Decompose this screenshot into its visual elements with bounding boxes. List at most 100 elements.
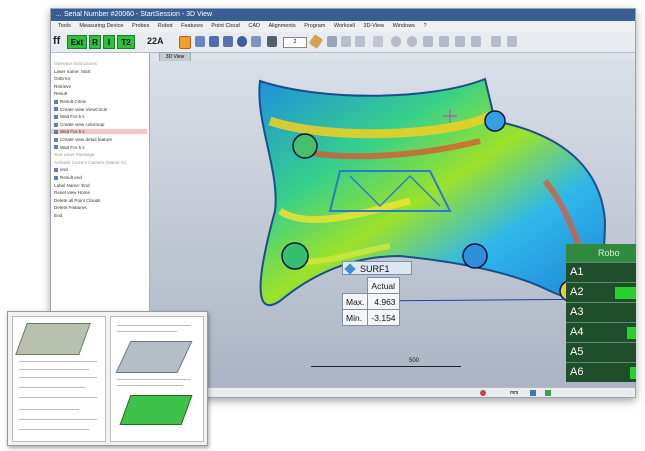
view-iso-icon[interactable] — [251, 36, 261, 47]
robot-panel-header: Robo — [566, 244, 636, 262]
scale-bar — [311, 366, 461, 367]
tree-item-label: Laser name: Start — [54, 68, 91, 74]
measure-icon[interactable] — [491, 36, 501, 47]
axis-label: A6 — [570, 366, 584, 378]
tree-item[interactable]: Delete all Point Clouds — [54, 198, 100, 203]
record-icon[interactable] — [480, 390, 486, 396]
tree-item-label: Result end — [60, 175, 82, 180]
tree-item[interactable]: Create view detail feature — [54, 137, 112, 142]
view-front-icon[interactable] — [195, 36, 205, 47]
tree-item[interactable]: End — [54, 213, 62, 218]
report-colormap-image — [119, 395, 193, 425]
fit-icon[interactable] — [471, 36, 481, 47]
pan-icon[interactable] — [407, 36, 417, 47]
tree-item[interactable]: Label Name: End — [54, 183, 90, 188]
zoom-out-icon[interactable] — [439, 36, 449, 47]
view-side-icon[interactable] — [209, 36, 219, 47]
ext-button[interactable]: Ext — [67, 35, 87, 49]
menu-alignments[interactable]: Alignments — [269, 23, 296, 29]
rotate-icon[interactable] — [391, 36, 401, 47]
r-button[interactable]: R — [89, 35, 101, 49]
row-label-max: Max. — [341, 293, 369, 310]
command-icon — [54, 107, 58, 112]
toolbar: ff Ext R I T2 22A 2 — [51, 32, 635, 53]
report-thumbnail[interactable] — [7, 311, 208, 446]
report-page-1 — [12, 316, 106, 442]
menu-robot[interactable]: Robot — [158, 23, 173, 29]
row-label-min: Min. — [341, 309, 369, 326]
value-max: 4.963 — [367, 293, 400, 310]
axis-label: A5 — [570, 346, 584, 358]
tree-item-label: end — [60, 167, 68, 173]
tree-item[interactable]: Wait For 5 s — [51, 129, 147, 135]
clip-icon[interactable] — [355, 36, 365, 47]
tree-item-label: Activate Current Camera (Name in) — [54, 159, 126, 165]
cube-icon[interactable] — [267, 36, 277, 47]
menu-point-cloud[interactable]: Point Cloud — [211, 23, 239, 29]
view-icon[interactable] — [530, 390, 536, 396]
probe-label: 22A — [147, 36, 164, 46]
tree-item-label: OnError — [54, 76, 71, 82]
menu-program[interactable]: Program — [304, 23, 325, 29]
layer-icon[interactable] — [327, 36, 337, 47]
command-icon — [54, 137, 58, 142]
view-top-icon[interactable] — [223, 36, 233, 47]
tree-item[interactable]: Create view colormap — [54, 122, 104, 127]
toolbar-ff-label: ff — [53, 35, 61, 47]
sphere-view-icon[interactable] — [237, 36, 247, 47]
menu-workcell[interactable]: Workcell — [334, 23, 355, 29]
tree-item[interactable]: Reset view Home — [54, 190, 90, 195]
copy-icon[interactable] — [341, 36, 351, 47]
i-button[interactable]: I — [103, 35, 115, 49]
select-tool-icon[interactable] — [179, 36, 191, 49]
tree-item[interactable]: Retrieve — [54, 84, 71, 89]
tree-item[interactable]: Activate Current Camera (Name in) — [54, 160, 126, 165]
tree-item[interactable]: OnError — [54, 76, 70, 81]
tree-item[interactable]: Wait For 5 s — [54, 114, 85, 119]
menu-tools[interactable]: Tools — [58, 23, 71, 29]
surface-icon — [344, 263, 356, 275]
report-page-2 — [110, 316, 204, 442]
3d-viewport[interactable] — [150, 61, 635, 397]
tree-item[interactable]: Result end — [54, 175, 82, 180]
scale-label: 500 — [409, 358, 420, 364]
tree-item[interactable]: Wait For 5 s — [54, 145, 85, 150]
zoom-window-icon[interactable] — [455, 36, 465, 47]
axis-label: A2 — [570, 286, 584, 298]
color-icon[interactable] — [545, 390, 551, 396]
tree-item-label: Label Name: End — [54, 182, 90, 188]
tree-item-label: Delete all Point Clouds — [54, 197, 101, 203]
zoom-in-icon[interactable] — [423, 36, 433, 47]
tree-item[interactable]: Operator Instructions — [54, 61, 97, 66]
menu-3d-view[interactable]: 3D-View — [363, 23, 384, 29]
tree-item-label: Wait For 5 s — [60, 129, 85, 135]
robot-axis-row: A5 — [566, 342, 636, 362]
tree-item-label: Wait For 5 s — [60, 144, 85, 150]
report-part-image — [15, 323, 91, 355]
command-icon — [54, 130, 58, 135]
tree-item[interactable]: Result — [54, 91, 67, 96]
tree-item[interactable]: Text value Message — [54, 152, 95, 157]
paint-icon[interactable] — [308, 34, 324, 49]
menu-features[interactable]: Features — [181, 23, 203, 29]
settings-icon[interactable] — [507, 36, 517, 47]
axis-label: A4 — [570, 326, 584, 338]
tree-item[interactable]: end — [54, 167, 68, 172]
menu-measuring-device[interactable]: Measuring Device — [79, 23, 123, 29]
pointer-icon[interactable] — [373, 36, 383, 47]
tree-item[interactable]: Laser name: Start — [54, 69, 91, 74]
zoom-combo[interactable]: 2 — [283, 37, 307, 48]
tree-item-label: Operator Instructions — [54, 61, 97, 66]
t2-button[interactable]: T2 — [117, 35, 135, 49]
tree-item[interactable]: Result Circle — [54, 99, 86, 104]
menu-windows[interactable]: Windows — [393, 23, 415, 29]
command-icon — [54, 99, 58, 104]
table-cell-empty — [343, 278, 368, 294]
tree-item[interactable]: Create view ViewCircle — [54, 107, 107, 112]
menu-help[interactable]: ? — [423, 23, 426, 29]
menu-cad[interactable]: CAD — [248, 23, 260, 29]
tree-item[interactable]: Delete Features — [54, 205, 87, 210]
menu-probes[interactable]: Probes — [132, 23, 149, 29]
status-bar: mm — [150, 387, 635, 397]
robot-axis-row: A6 — [566, 362, 636, 382]
